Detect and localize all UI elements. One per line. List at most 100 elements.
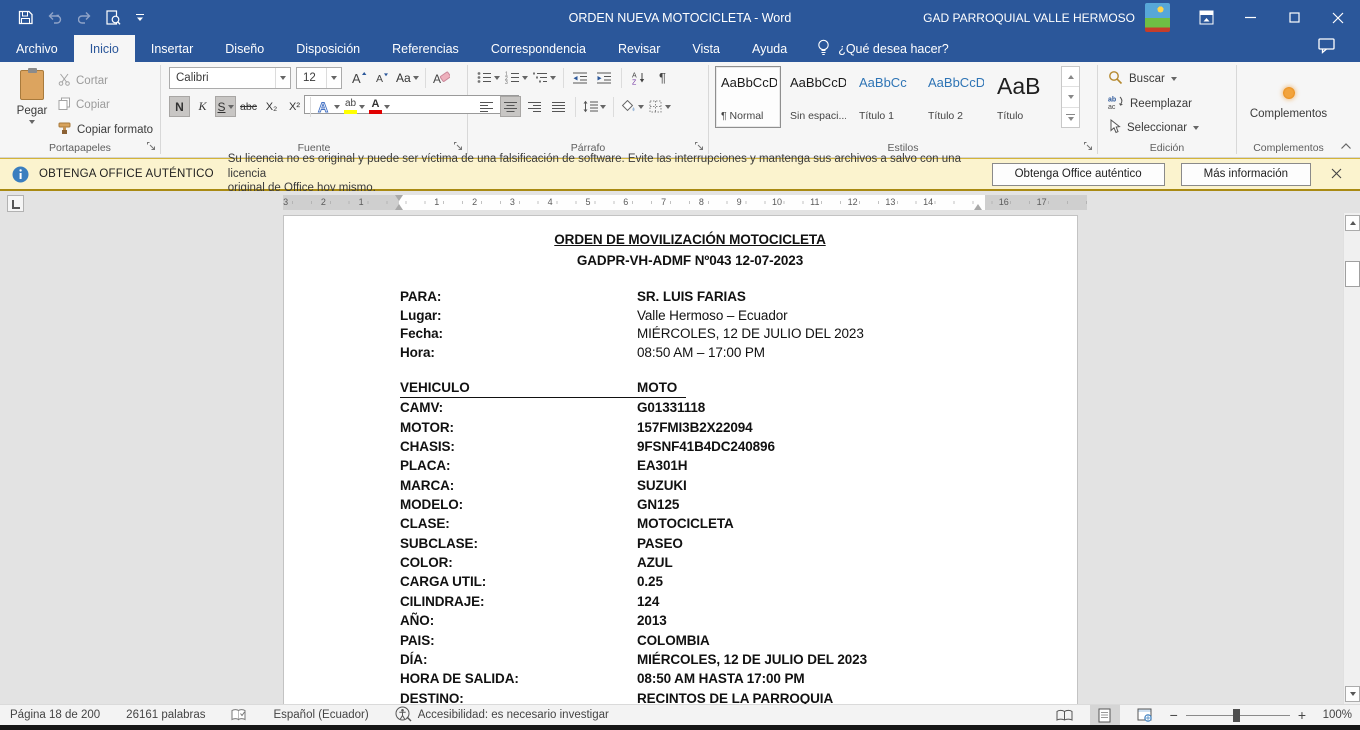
tab-diseno[interactable]: Diseño bbox=[209, 35, 280, 62]
styles-expand-icon[interactable] bbox=[1062, 108, 1079, 127]
hanging-indent-marker[interactable] bbox=[395, 204, 403, 210]
shrink-font-button[interactable]: A bbox=[372, 68, 393, 89]
style-preview: AaBbCc bbox=[859, 75, 915, 90]
tab-stop-selector[interactable] bbox=[7, 195, 24, 212]
close-button[interactable] bbox=[1316, 0, 1360, 35]
redo-icon[interactable] bbox=[78, 11, 92, 24]
font-color-button[interactable]: A bbox=[368, 96, 391, 117]
tab-referencias[interactable]: Referencias bbox=[376, 35, 475, 62]
highlight-button[interactable]: ab bbox=[343, 96, 366, 117]
right-indent-marker[interactable] bbox=[974, 204, 982, 210]
tab-archivo[interactable]: Archivo bbox=[0, 35, 74, 62]
get-genuine-office-button[interactable]: Obtenga Office auténtico bbox=[992, 163, 1165, 186]
page-indicator[interactable]: Página 18 de 200 bbox=[10, 709, 100, 721]
account-name[interactable]: GAD PARROQUIAL VALLE HERMOSO bbox=[923, 11, 1135, 25]
clear-formatting-button[interactable]: A bbox=[431, 68, 452, 89]
minimize-button[interactable] bbox=[1228, 0, 1272, 35]
proofing-icon[interactable] bbox=[231, 708, 247, 722]
tab-revisar[interactable]: Revisar bbox=[602, 35, 676, 62]
save-icon[interactable] bbox=[18, 10, 33, 25]
strikethrough-button[interactable]: abc bbox=[238, 96, 259, 117]
scroll-down-icon[interactable] bbox=[1345, 686, 1360, 702]
zoom-out-button[interactable]: − bbox=[1170, 707, 1178, 723]
style-titulo2[interactable]: AaBbCcDTítulo 2 bbox=[922, 66, 988, 128]
print-preview-icon[interactable] bbox=[106, 10, 121, 26]
vertical-scrollbar[interactable] bbox=[1343, 213, 1360, 704]
tab-inicio[interactable]: Inicio bbox=[74, 35, 135, 62]
style-sinespaci[interactable]: AaBbCcDcSin espaci... bbox=[784, 66, 850, 128]
first-line-indent-marker[interactable] bbox=[395, 195, 403, 201]
align-center-button[interactable] bbox=[500, 96, 521, 117]
change-case-button[interactable]: Aa bbox=[395, 68, 420, 89]
shading-button[interactable] bbox=[620, 96, 645, 117]
bullets-button[interactable] bbox=[476, 67, 501, 88]
style-titulo[interactable]: AaBTítulo bbox=[991, 66, 1057, 128]
tab-insertar[interactable]: Insertar bbox=[135, 35, 209, 62]
undo-icon[interactable] bbox=[47, 11, 64, 24]
superscript-button[interactable]: X² bbox=[284, 96, 305, 117]
paste-button[interactable]: Pegar bbox=[6, 66, 58, 139]
document-page[interactable]: ORDEN DE MOVILIZACIÓN MOTOCICLETA GADPR-… bbox=[283, 215, 1078, 704]
underline-button[interactable]: S bbox=[215, 96, 236, 117]
tab-correspondencia[interactable]: Correspondencia bbox=[475, 35, 602, 62]
justify-button[interactable] bbox=[548, 96, 569, 117]
numbering-button[interactable]: 123 bbox=[504, 67, 529, 88]
ribbon-display-options-icon[interactable] bbox=[1184, 0, 1228, 35]
more-info-button[interactable]: Más información bbox=[1181, 163, 1311, 186]
zoom-slider-thumb[interactable] bbox=[1233, 709, 1240, 722]
font-name-combo[interactable]: Calibri bbox=[169, 67, 291, 89]
account-avatar[interactable] bbox=[1145, 3, 1170, 32]
styles-scroll-down-icon[interactable] bbox=[1062, 87, 1079, 107]
zoom-in-button[interactable]: + bbox=[1298, 707, 1306, 723]
zoom-slider[interactable] bbox=[1186, 705, 1290, 726]
multilevel-list-button[interactable] bbox=[532, 67, 557, 88]
message-close-icon[interactable] bbox=[1327, 167, 1346, 182]
read-mode-button[interactable] bbox=[1050, 705, 1080, 726]
print-layout-button[interactable] bbox=[1090, 705, 1120, 726]
subscript-button[interactable]: X₂ bbox=[261, 96, 282, 117]
align-left-button[interactable] bbox=[476, 96, 497, 117]
accessibility-status[interactable]: Accesibilidad: es necesario investigar bbox=[395, 706, 609, 725]
restore-button[interactable] bbox=[1272, 0, 1316, 35]
pilcrow-button[interactable]: ¶ bbox=[652, 67, 673, 88]
scrollbar-thumb[interactable] bbox=[1345, 261, 1360, 287]
addins-button[interactable]: Complementos bbox=[1250, 85, 1327, 120]
collapse-ribbon-icon[interactable] bbox=[1340, 141, 1352, 153]
tab-ayuda[interactable]: Ayuda bbox=[736, 35, 803, 62]
style-normal[interactable]: AaBbCcDc¶ Normal bbox=[715, 66, 781, 128]
grow-font-button[interactable]: A bbox=[349, 68, 370, 89]
scroll-up-icon[interactable] bbox=[1345, 215, 1360, 231]
text-effects-button[interactable]: A bbox=[316, 96, 341, 117]
language-indicator[interactable]: Español (Ecuador) bbox=[273, 709, 368, 721]
replace-button[interactable]: abac Reemplazar bbox=[1108, 95, 1232, 112]
cut-button[interactable]: Cortar bbox=[58, 72, 153, 90]
decrease-indent-button[interactable] bbox=[570, 67, 591, 88]
feedback-bubble-icon[interactable] bbox=[1318, 38, 1336, 59]
tell-me[interactable]: ¿Qué desea hacer? bbox=[803, 35, 949, 62]
bold-button[interactable]: N bbox=[169, 96, 190, 117]
styles-scroll-up-icon[interactable] bbox=[1062, 67, 1079, 87]
tab-disposicion[interactable]: Disposición bbox=[280, 35, 376, 62]
word-count[interactable]: 26161 palabras bbox=[126, 709, 205, 721]
copy-button[interactable]: Copiar bbox=[58, 96, 153, 114]
ruler[interactable]: 32112345678910111213141617 bbox=[283, 195, 1087, 210]
customize-qat-icon[interactable] bbox=[135, 13, 145, 23]
style-titulo1[interactable]: AaBbCcTítulo 1 bbox=[853, 66, 919, 128]
format-painter-button[interactable]: Copiar formato bbox=[58, 121, 153, 139]
clipboard-dialog-launcher-icon[interactable] bbox=[146, 141, 156, 154]
find-button[interactable]: Buscar bbox=[1108, 70, 1232, 88]
font-name-caret-icon[interactable] bbox=[275, 68, 290, 88]
font-size-combo[interactable]: 12 bbox=[296, 67, 342, 89]
sort-button[interactable]: AZ bbox=[628, 67, 649, 88]
tab-vista[interactable]: Vista bbox=[676, 35, 736, 62]
font-size-caret-icon[interactable] bbox=[326, 68, 341, 88]
zoom-percentage[interactable]: 100% bbox=[1316, 709, 1352, 721]
align-right-button[interactable] bbox=[524, 96, 545, 117]
web-layout-button[interactable] bbox=[1130, 705, 1160, 726]
select-button[interactable]: Seleccionar bbox=[1108, 119, 1232, 137]
increase-indent-button[interactable] bbox=[594, 67, 615, 88]
line-spacing-button[interactable] bbox=[582, 96, 607, 117]
borders-button[interactable] bbox=[648, 96, 672, 117]
italic-button[interactable]: K bbox=[192, 96, 213, 117]
styles-dialog-launcher-icon[interactable] bbox=[1083, 141, 1093, 154]
